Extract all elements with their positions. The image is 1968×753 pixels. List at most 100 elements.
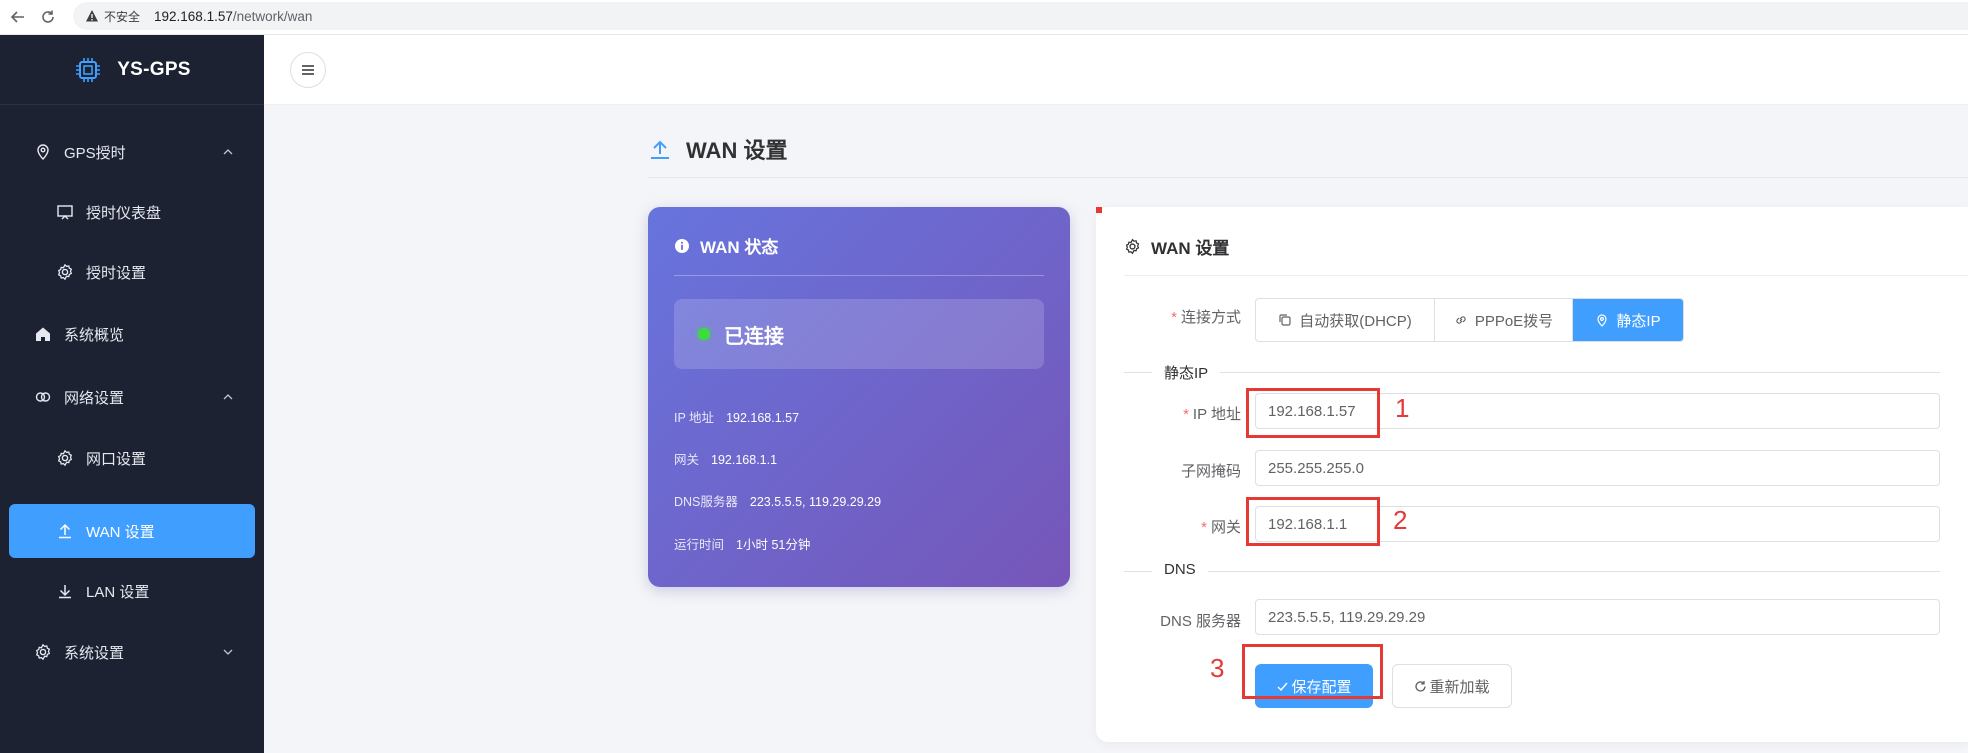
location-pin-icon (1597, 314, 1608, 327)
divider (674, 275, 1044, 276)
status-ip-value: 192.168.1.57 (726, 411, 800, 425)
sidebar-item-label: 授时设置 (86, 264, 147, 282)
refresh-icon (1415, 680, 1427, 692)
link-icon (34, 388, 52, 406)
status-uptime-row: 运行时间 1小时 51分钟 (674, 534, 810, 553)
mode-dhcp-label: 自动获取(DHCP) (1299, 312, 1412, 330)
url-host: 192.168.1.57 (154, 8, 233, 24)
annotation-box-ip (1246, 388, 1380, 438)
copy-icon (1279, 314, 1291, 326)
gateway-label: * 网关 (1121, 516, 1241, 537)
download-icon (56, 582, 74, 600)
status-ip-row: IP 地址 192.168.1.57 (674, 407, 799, 426)
ip-label: * IP 地址 (1121, 403, 1241, 424)
sidebar-item-label: LAN 设置 (86, 583, 150, 601)
dns-label: DNS 服务器 (1160, 613, 1241, 630)
mode-dhcp-button[interactable]: 自动获取(DHCP) (1256, 299, 1435, 341)
settings-card-header: WAN 设置 (1124, 234, 1229, 259)
gear-icon (56, 263, 74, 281)
logo[interactable]: YS-GPS (0, 35, 264, 105)
sidebar-item-network[interactable]: 网络设置 (0, 369, 264, 425)
chevron-up-icon (223, 149, 233, 155)
sidebar-item-label: 网口设置 (86, 450, 147, 468)
logo-text: YS-GPS (117, 58, 191, 80)
status-dns-row: DNS服务器 223.5.5.5, 119.29.29.29 (674, 491, 881, 510)
main-content: WAN 设置 WAN 状态 已连接 IP 地址 192.168.1.57 网关 19… (264, 105, 1968, 753)
sidebar-item-system-settings[interactable]: 系统设置 (0, 624, 264, 680)
wan-status-card: WAN 状态 已连接 IP 地址 192.168.1.57 网关 192.168.1… (648, 207, 1070, 587)
back-button[interactable] (3, 2, 33, 32)
status-gateway-row: 网关 192.168.1.1 (674, 449, 777, 468)
warning-icon (85, 9, 99, 23)
status-dns-value: 223.5.5.5, 119.29.29.29 (749, 495, 882, 509)
upload-icon (56, 522, 74, 540)
mode-pppoe-button[interactable]: PPPoE拨号 (1435, 299, 1573, 341)
static-ip-section-label: 静态IP (1152, 362, 1221, 383)
sidebar-item-label: GPS授时 (64, 144, 126, 162)
status-card-title: WAN 状态 (700, 238, 779, 257)
settings-card-title: WAN 设置 (1151, 239, 1230, 258)
refresh-icon (42, 10, 54, 23)
sidebar-item-wan-settings[interactable]: WAN 设置 (9, 504, 255, 558)
mask-label: 子网掩码 (1180, 463, 1241, 480)
subnet-mask-input[interactable]: 255.255.255.0 (1255, 450, 1940, 486)
wan-settings-card: WAN 设置 * 连接方式 自动获取(DHCP) PPPoE拨号 静态IP 静态I… (1096, 207, 1968, 742)
gear-icon (34, 643, 52, 661)
sidebar-item-label: 授时仪表盘 (86, 204, 162, 222)
sidebar-item-overview[interactable]: 系统概览 (0, 306, 264, 362)
required-mark: * (1201, 519, 1207, 536)
gear-icon (1125, 238, 1140, 255)
status-ip-label: IP 地址 (674, 411, 715, 425)
browser-toolbar: 不安全 192.168.1.57/network/wan (0, 0, 1968, 35)
sidebar-item-label: WAN 设置 (86, 523, 155, 541)
sidebar-item-label: 系统设置 (64, 644, 125, 662)
divider (1124, 571, 1940, 572)
ip-label-text: IP 地址 (1192, 406, 1241, 423)
sidebar-item-port-settings[interactable]: 网口设置 (0, 430, 264, 486)
annotation-number-3: 3 (1210, 653, 1225, 683)
sidebar: YS-GPS GPS授时 授时仪表盘 授时设置 系统概览 网络设置 网口设置 W… (0, 35, 264, 753)
gateway-label-text: 网关 (1210, 519, 1241, 536)
address-bar[interactable]: 不安全 192.168.1.57/network/wan (73, 2, 1968, 30)
chevron-up-icon (223, 394, 233, 400)
monitor-icon (56, 203, 74, 221)
dns-section-label: DNS (1152, 561, 1208, 578)
annotation-number-2: 2 (1393, 505, 1408, 535)
page-title: WAN 设置 (686, 138, 788, 163)
mode-label-text: 连接方式 (1180, 309, 1241, 326)
dns-server-input[interactable]: 223.5.5.5, 119.29.29.29 (1255, 599, 1940, 635)
insecure-label: 不安全 (104, 9, 141, 24)
gear-icon (56, 449, 74, 467)
menu-toggle-button[interactable] (290, 52, 326, 88)
divider (1124, 372, 1940, 373)
hamburger-icon (302, 65, 314, 75)
status-dns-label: DNS服务器 (674, 495, 738, 509)
reload-page-button[interactable] (33, 2, 63, 32)
connection-status: 已连接 (724, 325, 784, 348)
location-pin-icon (34, 143, 52, 161)
divider (1124, 275, 1968, 276)
page-header: WAN 设置 (648, 133, 787, 165)
sidebar-item-timing-settings[interactable]: 授时设置 (0, 244, 264, 300)
mode-static-label: 静态IP (1616, 312, 1661, 330)
status-dot-icon (698, 328, 710, 340)
top-header (264, 35, 1968, 105)
arrow-left-icon (10, 11, 24, 23)
status-uptime-value: 1小时 51分钟 (736, 538, 811, 552)
sidebar-item-label: 系统概览 (64, 326, 125, 344)
connection-status-badge: 已连接 (674, 299, 1044, 369)
mode-pppoe-label: PPPoE拨号 (1474, 312, 1554, 330)
reload-config-button[interactable]: 重新加载 (1392, 664, 1512, 708)
required-mark: * (1183, 406, 1189, 423)
upload-icon (651, 140, 669, 159)
sidebar-item-lan-settings[interactable]: LAN 设置 (0, 563, 264, 619)
mode-static-button[interactable]: 静态IP (1573, 299, 1683, 341)
required-mark: * (1171, 309, 1177, 326)
divider (648, 177, 1968, 178)
sidebar-item-timing-dashboard[interactable]: 授时仪表盘 (0, 184, 264, 240)
status-gateway-value: 192.168.1.1 (711, 453, 778, 467)
sidebar-item-gps-timing[interactable]: GPS授时 (0, 124, 264, 180)
annotation-box-ip (1096, 207, 1102, 213)
home-icon (34, 325, 52, 343)
annotation-number-1: 1 (1395, 393, 1410, 423)
